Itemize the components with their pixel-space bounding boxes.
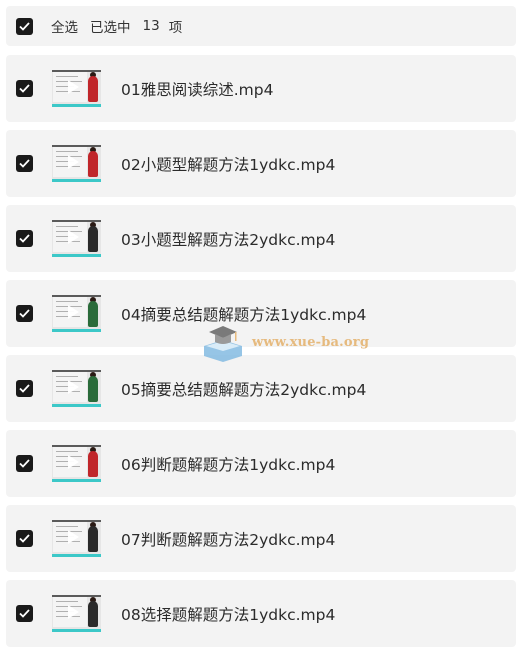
thumbnail-bar [52, 629, 101, 632]
file-checkbox[interactable] [16, 305, 33, 322]
file-name[interactable]: 04摘要总结题解题方法1ydkc.mp4 [121, 303, 366, 325]
presenter-figure [88, 226, 98, 252]
checkmark-icon [19, 234, 30, 243]
checkmark-icon [19, 384, 30, 393]
presenter-figure [88, 601, 98, 627]
file-checkbox[interactable] [16, 530, 33, 547]
file-row[interactable]: 02小题型解题方法1ydkc.mp4 [6, 130, 516, 197]
checkmark-icon [19, 159, 30, 168]
presenter-figure [88, 376, 98, 402]
selected-prefix: 已选中 [90, 20, 131, 36]
select-all-checkbox[interactable] [16, 17, 33, 35]
file-name[interactable]: 08选择题解题方法1ydkc.mp4 [121, 603, 335, 625]
file-checkbox[interactable] [16, 455, 33, 472]
play-icon [68, 155, 79, 169]
video-thumbnail[interactable] [52, 445, 101, 482]
presenter-figure [88, 301, 98, 327]
select-all-bar: 全选 已选中 13 项 [6, 6, 516, 46]
video-thumbnail[interactable] [52, 145, 101, 182]
file-checkbox[interactable] [16, 80, 33, 97]
video-thumbnail[interactable] [52, 220, 101, 257]
selection-summary: 全选 已选中 13 项 [51, 16, 182, 36]
video-thumbnail[interactable] [52, 70, 101, 107]
checkmark-icon [19, 459, 30, 468]
thumbnail-bar [52, 254, 101, 257]
file-row[interactable]: 07判断题解题方法2ydkc.mp4 [6, 505, 516, 572]
file-name[interactable]: 03小题型解题方法2ydkc.mp4 [121, 228, 335, 250]
file-row[interactable]: 06判断题解题方法1ydkc.mp4 [6, 430, 516, 497]
play-icon [68, 530, 79, 544]
presenter-figure [88, 151, 98, 177]
file-name[interactable]: 05摘要总结题解题方法2ydkc.mp4 [121, 378, 366, 400]
play-icon [68, 305, 79, 319]
file-name[interactable]: 02小题型解题方法1ydkc.mp4 [121, 153, 335, 175]
thumbnail-bar [52, 479, 101, 482]
select-all-label[interactable]: 全选 [51, 16, 78, 36]
video-thumbnail[interactable] [52, 595, 101, 632]
file-checkbox[interactable] [16, 380, 33, 397]
thumbnail-bar [52, 104, 101, 107]
presenter-figure [88, 76, 98, 102]
selected-unit: 项 [168, 20, 183, 36]
video-thumbnail[interactable] [52, 520, 101, 557]
file-name[interactable]: 01雅思阅读综述.mp4 [121, 78, 273, 100]
checkmark-icon [19, 534, 30, 543]
play-icon [68, 605, 79, 619]
file-row[interactable]: 08选择题解题方法1ydkc.mp4 [6, 580, 516, 647]
file-checkbox[interactable] [16, 605, 33, 622]
play-icon [68, 380, 79, 394]
presenter-figure [88, 526, 98, 552]
file-name[interactable]: 07判断题解题方法2ydkc.mp4 [121, 528, 335, 550]
thumbnail-bar [52, 329, 101, 332]
video-thumbnail[interactable] [52, 370, 101, 407]
selected-count: 13 [142, 18, 160, 34]
checkmark-icon [19, 609, 30, 618]
thumbnail-bar [52, 404, 101, 407]
file-row[interactable]: 05摘要总结题解题方法2ydkc.mp4 [6, 355, 516, 422]
file-row[interactable]: 03小题型解题方法2ydkc.mp4 [6, 205, 516, 272]
file-row[interactable]: 04摘要总结题解题方法1ydkc.mp4 [6, 280, 516, 347]
thumbnail-bar [52, 554, 101, 557]
file-checkbox[interactable] [16, 155, 33, 172]
checkmark-icon [19, 84, 30, 93]
presenter-figure [88, 451, 98, 477]
checkmark-icon [19, 21, 30, 31]
play-icon [68, 230, 79, 244]
video-thumbnail[interactable] [52, 295, 101, 332]
file-checkbox[interactable] [16, 230, 33, 247]
file-row[interactable]: 01雅思阅读综述.mp4 [6, 55, 516, 122]
checkmark-icon [19, 309, 30, 318]
play-icon [68, 80, 79, 94]
file-name[interactable]: 06判断题解题方法1ydkc.mp4 [121, 453, 335, 475]
play-icon [68, 455, 79, 469]
thumbnail-bar [52, 179, 101, 182]
